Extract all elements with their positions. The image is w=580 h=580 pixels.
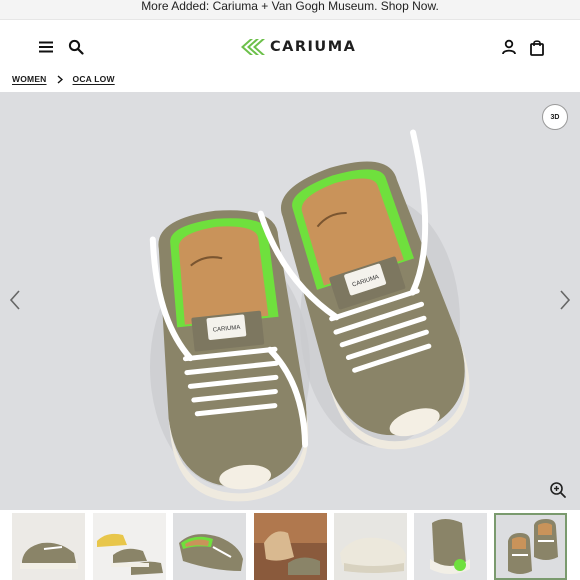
- breadcrumb-link-women[interactable]: WOMEN: [12, 74, 47, 84]
- thumbnail-2[interactable]: [93, 513, 166, 580]
- thumbnail-4[interactable]: [254, 513, 327, 580]
- menu-icon: [39, 41, 53, 53]
- breadcrumb-link-oca-low[interactable]: OCA LOW: [73, 74, 115, 84]
- thumbnail-3[interactable]: [173, 513, 246, 580]
- user-icon: [502, 39, 516, 55]
- gallery-prev-button[interactable]: [6, 288, 24, 312]
- search-button[interactable]: [66, 37, 86, 57]
- announcement-text[interactable]: More Added: Cariuma + Van Gogh Museum. S…: [141, 0, 439, 13]
- chevron-right-icon: [560, 290, 571, 310]
- gallery-next-button[interactable]: [556, 288, 574, 312]
- breadcrumb: WOMEN OCA LOW: [12, 72, 115, 86]
- thumbnail-1[interactable]: [12, 513, 85, 580]
- thumbnail-7[interactable]: [494, 513, 567, 580]
- product-gallery: CARIUMA CARIUMA 3D: [0, 92, 580, 510]
- thumbnail-5[interactable]: [334, 513, 407, 580]
- zoom-in-icon: [550, 482, 566, 498]
- view-3d-button[interactable]: 3D: [542, 104, 568, 130]
- zoom-button[interactable]: [547, 479, 569, 501]
- search-icon: [68, 39, 84, 55]
- thumbnail-strip: [0, 513, 580, 580]
- thumbnail-6[interactable]: [414, 513, 487, 580]
- account-button[interactable]: [499, 37, 519, 57]
- site-header: CARIUMA: [0, 21, 580, 73]
- left-shoe: CARIUMA: [149, 210, 309, 502]
- cart-button[interactable]: [527, 37, 547, 57]
- chevron-left-icon: [9, 290, 20, 310]
- menu-button[interactable]: [36, 37, 56, 57]
- chevron-right-icon: [57, 74, 63, 84]
- breadcrumb-separator: [47, 74, 73, 84]
- announcement-bar[interactable]: More Added: Cariuma + Van Gogh Museum. S…: [0, 0, 580, 20]
- cariuma-logo-mark-icon: [241, 39, 265, 55]
- 3d-view-icon: 3D: [550, 113, 560, 121]
- product-main-image[interactable]: CARIUMA CARIUMA: [0, 92, 580, 510]
- shopping-bag-icon: [530, 39, 544, 56]
- logo-text: CARIUMA: [270, 39, 357, 55]
- brand-logo[interactable]: CARIUMA: [240, 35, 356, 59]
